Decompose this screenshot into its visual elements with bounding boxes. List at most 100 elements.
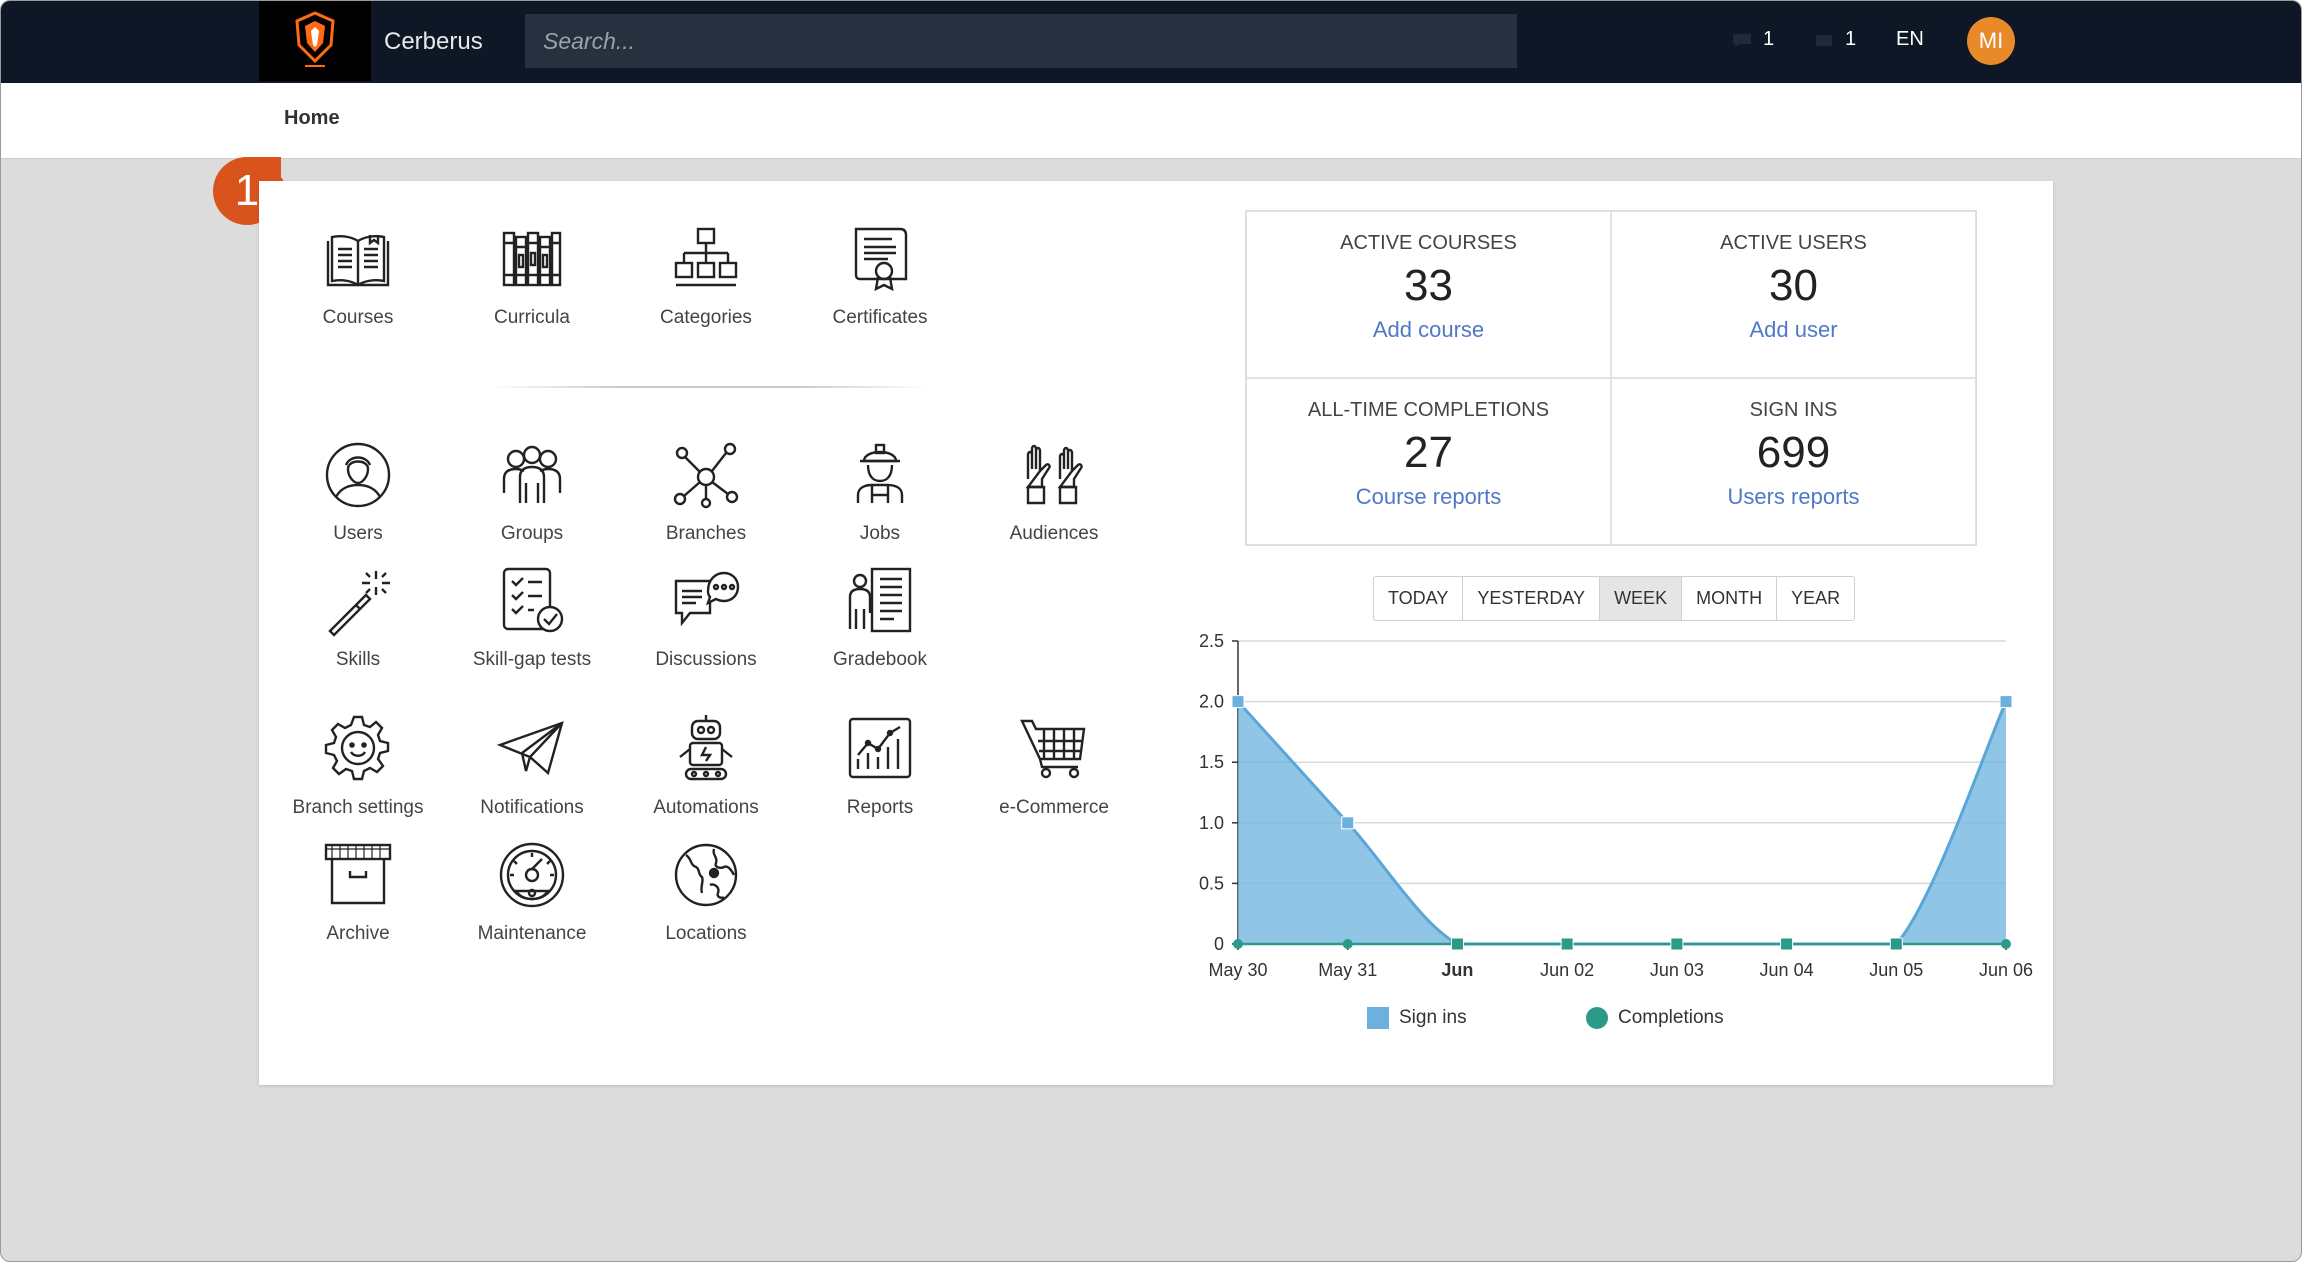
x-tick-label: May 31 — [1318, 960, 1377, 980]
avatar[interactable]: MI — [1967, 17, 2015, 65]
bookshelf-icon — [502, 231, 562, 287]
menu-maintenance[interactable]: Maintenance — [445, 839, 619, 945]
notifications-count: 1 — [1845, 28, 1857, 50]
legend-item-completions[interactable]: Completions — [1586, 1007, 1724, 1029]
menu-groups[interactable]: Groups — [445, 439, 619, 545]
menu-curricula[interactable]: Curricula — [445, 223, 619, 329]
menu-branches[interactable]: Branches — [619, 439, 793, 545]
range-tab-today[interactable]: TODAY — [1374, 577, 1464, 620]
menu-locations-label: Locations — [665, 923, 747, 944]
book-icon — [326, 235, 390, 287]
messages-counter[interactable]: 1 — [1731, 28, 1774, 51]
menu-audiences[interactable]: Audiences — [967, 439, 1141, 545]
top-navbar: Cerberus 1 1 EN MI — [1, 1, 2301, 83]
legend-item-sign-ins[interactable]: Sign ins — [1367, 1007, 1467, 1029]
notifications-counter[interactable]: 1 — [1813, 28, 1856, 51]
y-tick-label: 2.0 — [1199, 692, 1224, 712]
robot-icon — [679, 715, 733, 781]
app-window: Cerberus 1 1 EN MI Home 1 Courses — [0, 0, 2302, 1262]
completions-point — [1233, 939, 1243, 949]
x-tick-label: Jun — [1441, 960, 1473, 980]
menu-e-commerce[interactable]: e-Commerce — [967, 713, 1141, 819]
menu-automations[interactable]: Automations — [619, 713, 793, 819]
globe-icon — [674, 843, 738, 907]
menu-notifications-label: Notifications — [480, 797, 584, 818]
menu-jobs[interactable]: Jobs — [793, 439, 967, 545]
stat-active-courses: ACTIVE COURSES 33 Add course — [1246, 211, 1611, 378]
search-input[interactable] — [525, 14, 1517, 68]
menu-certificates[interactable]: Certificates — [793, 223, 967, 329]
course-reports-link[interactable]: Course reports — [1247, 484, 1610, 510]
y-tick-label: 2.5 — [1199, 631, 1224, 651]
notifications-icon — [1816, 34, 1832, 46]
menu-automations-label: Automations — [653, 797, 759, 818]
x-tick-label: Jun 04 — [1760, 960, 1814, 980]
completions-point — [1781, 939, 1792, 949]
range-tab-year[interactable]: YEAR — [1777, 577, 1854, 620]
breadcrumb[interactable]: Home — [284, 107, 340, 130]
range-tab-week[interactable]: WEEK — [1600, 577, 1683, 620]
activity-chart: 0 0.5 1.0 1.5 2.0 2.5 May 30 May 31 Jun Jun 02 Jun… — [1199, 631, 2033, 980]
menu-skills[interactable]: Skills — [271, 565, 445, 671]
language-selector[interactable]: EN — [1896, 28, 1924, 51]
menu-users[interactable]: Users — [271, 439, 445, 545]
y-tick-label: 1.5 — [1199, 752, 1224, 772]
menu-branch-settings[interactable]: Branch settings — [271, 713, 445, 819]
cart-icon — [1020, 719, 1086, 779]
group-icon — [502, 445, 562, 503]
legend-square-icon — [1367, 1007, 1389, 1029]
menu-skill-gap-tests-label: Skill-gap tests — [472, 649, 592, 670]
menu-certificates-label: Certificates — [832, 307, 928, 328]
menu-branches-label: Branches — [665, 523, 747, 544]
legend-circle-icon — [1586, 1007, 1608, 1029]
checklist-icon — [502, 567, 564, 633]
menu-courses-label: Courses — [322, 307, 394, 328]
paper-plane-icon — [496, 721, 564, 776]
menu-gradebook[interactable]: Gradebook — [793, 565, 967, 671]
completions-point — [1562, 939, 1573, 949]
range-tab-month[interactable]: MONTH — [1682, 577, 1778, 620]
sign-ins-point — [1231, 695, 1245, 709]
menu-archive[interactable]: Archive — [271, 839, 445, 945]
y-tick-label: 1.0 — [1199, 813, 1224, 833]
range-tab-yesterday[interactable]: YESTERDAY — [1463, 577, 1601, 620]
dashboard-gauge-icon — [499, 842, 565, 908]
menu-reports-label: Reports — [846, 797, 914, 818]
x-tick-label: Jun 02 — [1540, 960, 1594, 980]
menu-categories-label: Categories — [660, 307, 752, 328]
menu-categories[interactable]: Categories — [619, 223, 793, 329]
cerberus-shield-icon[interactable] — [259, 1, 371, 81]
menu-skill-gap-tests[interactable]: Skill-gap tests — [445, 565, 619, 671]
completions-point — [1891, 939, 1902, 949]
worker-icon — [856, 443, 904, 503]
stat-title: ACTIVE USERS — [1720, 232, 1867, 254]
menu-e-commerce-label: e-Commerce — [999, 797, 1109, 818]
menu-archive-label: Archive — [326, 923, 390, 944]
network-icon — [673, 442, 739, 509]
magic-wand-icon — [328, 571, 390, 637]
menu-discussions[interactable]: Discussions — [619, 565, 793, 671]
messages-icon — [1733, 33, 1751, 47]
y-tick-label: 0.5 — [1199, 873, 1224, 893]
completions-point — [1342, 939, 1353, 949]
y-tick-label: 0 — [1214, 934, 1224, 954]
x-tick-label: Jun 06 — [1979, 960, 2033, 980]
x-tick-label: Jun 03 — [1650, 960, 1704, 980]
menu-courses[interactable]: Courses — [271, 223, 445, 329]
users-reports-link[interactable]: Users reports — [1612, 484, 1975, 510]
x-tick-label: May 30 — [1208, 960, 1267, 980]
sign-ins-point — [1341, 816, 1355, 830]
gradebook-icon — [848, 567, 912, 633]
stat-title: ALL-TIME COMPLETIONS — [1307, 399, 1550, 421]
add-user-link[interactable]: Add user — [1612, 317, 1975, 343]
stat-active-users: ACTIVE USERS 30 Add user — [1611, 211, 1976, 378]
menu-audiences-label: Audiences — [1009, 523, 1099, 544]
menu-reports[interactable]: Reports — [793, 713, 967, 819]
add-course-link[interactable]: Add course — [1247, 317, 1610, 343]
menu-locations[interactable]: Locations — [619, 839, 793, 945]
messages-count: 1 — [1763, 28, 1775, 50]
chat-bubbles-icon — [674, 571, 740, 627]
menu-notifications[interactable]: Notifications — [445, 713, 619, 819]
raised-hands-icon — [1025, 444, 1083, 505]
user-icon — [325, 442, 391, 508]
